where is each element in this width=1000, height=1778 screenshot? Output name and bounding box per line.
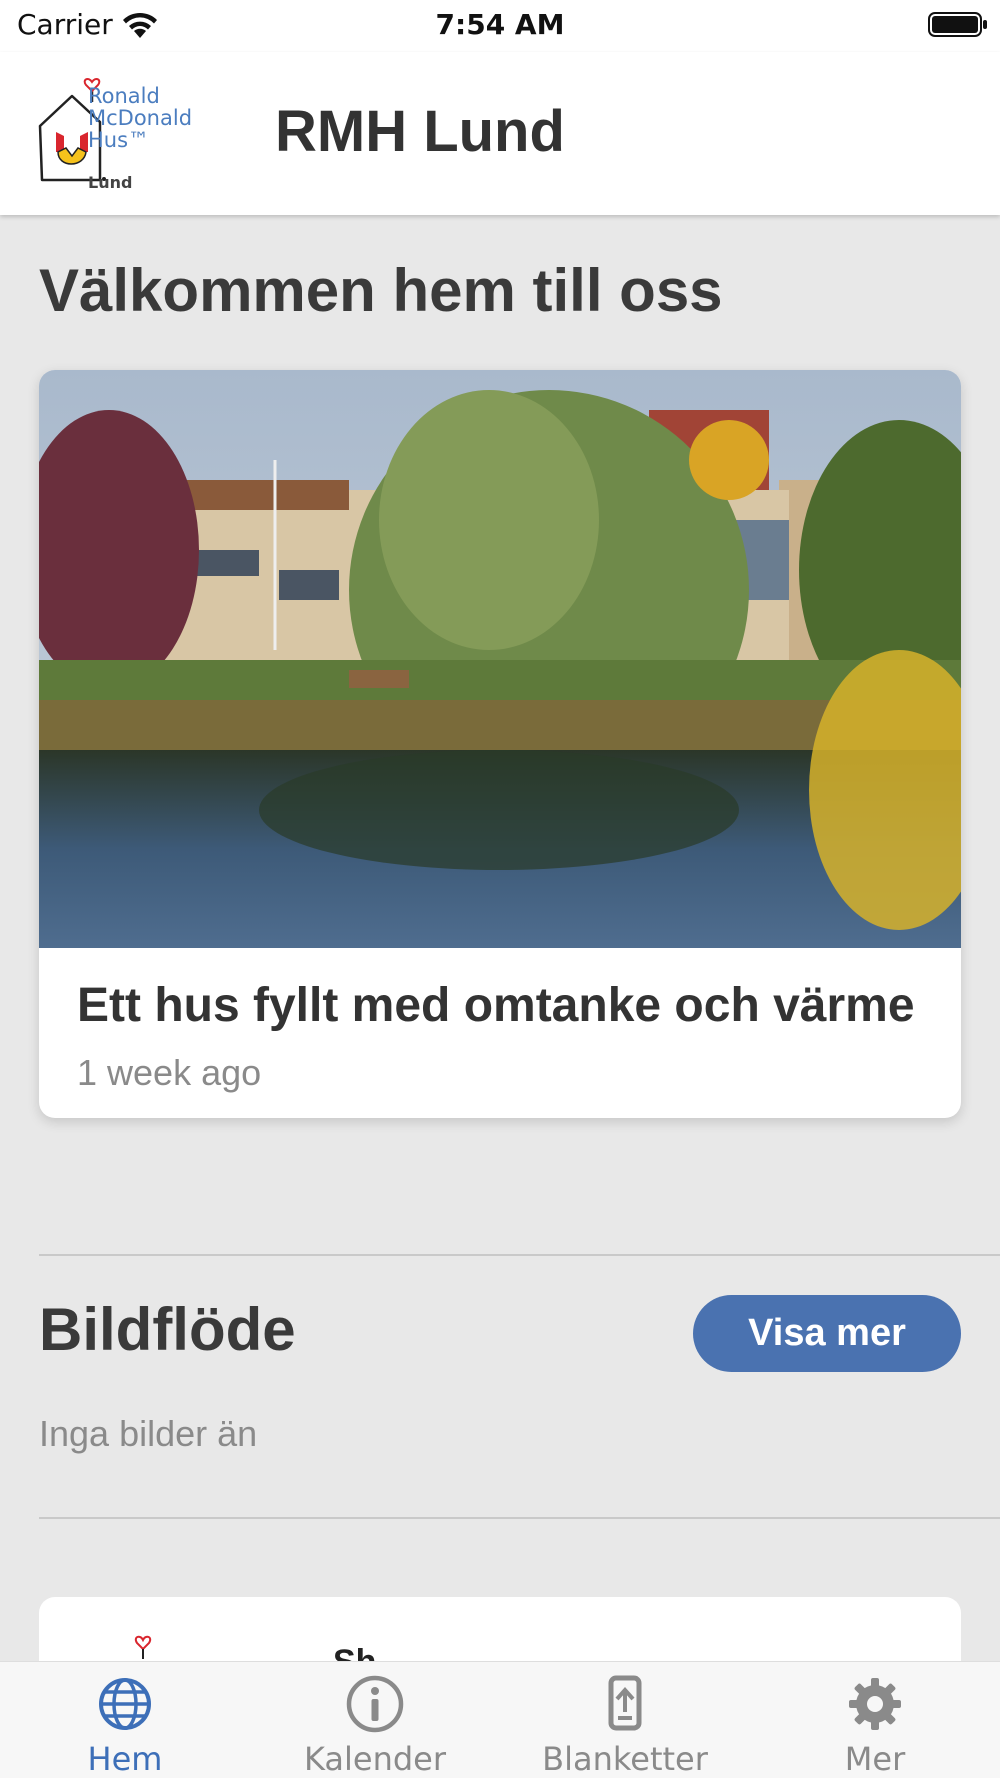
status-bar: Carrier 7:54 AM — [0, 0, 1000, 52]
tab-blanketter[interactable]: Blanketter — [500, 1662, 750, 1778]
tab-bar: Hem Kalender Blanketter Mer — [0, 1661, 1000, 1778]
info-icon — [346, 1675, 404, 1733]
house-garden-photo — [39, 370, 961, 948]
tab-mer[interactable]: Mer — [750, 1662, 1000, 1778]
news-card[interactable]: Ett hus fyllt med omtanke och värme 1 we… — [39, 370, 961, 1118]
gear-icon — [849, 1678, 901, 1730]
tab-label: Mer — [844, 1740, 906, 1778]
next-card-title: Sh — [333, 1643, 377, 1662]
heart-logo-icon — [134, 1635, 152, 1659]
logo-line-3: Hus™ — [88, 128, 150, 152]
app-header: Ronald McDonald Hus™ Lund RMH Lund — [0, 52, 1000, 215]
logo-line-2: McDonald — [88, 106, 193, 130]
logo-location: Lund — [88, 173, 133, 192]
section-divider — [39, 1254, 1000, 1256]
news-title: Ett hus fyllt med omtanke och värme — [77, 979, 915, 1032]
tab-hem[interactable]: Hem — [0, 1662, 250, 1778]
gallery-heading: Bildflöde — [39, 1296, 296, 1363]
status-time: 7:54 AM — [435, 8, 565, 41]
tab-kalender[interactable]: Kalender — [250, 1662, 500, 1778]
gallery-empty-text: Inga bilder än — [39, 1413, 258, 1454]
page-title: RMH Lund — [275, 99, 565, 164]
logo-line-1: Ronald — [88, 84, 160, 108]
logo-wordmark: Ronald McDonald Hus™ — [88, 85, 192, 151]
tab-label: Kalender — [303, 1740, 447, 1778]
tab-label: Hem — [87, 1740, 163, 1778]
tab-label: Blanketter — [542, 1740, 708, 1778]
upload-document-icon — [608, 1675, 642, 1731]
welcome-heading: Välkommen hem till oss — [39, 257, 723, 324]
news-timestamp: 1 week ago — [77, 1052, 262, 1093]
battery-icon — [928, 12, 987, 37]
show-more-button[interactable]: Visa mer — [693, 1295, 961, 1372]
globe-icon — [99, 1678, 151, 1730]
section-divider — [39, 1517, 1000, 1519]
